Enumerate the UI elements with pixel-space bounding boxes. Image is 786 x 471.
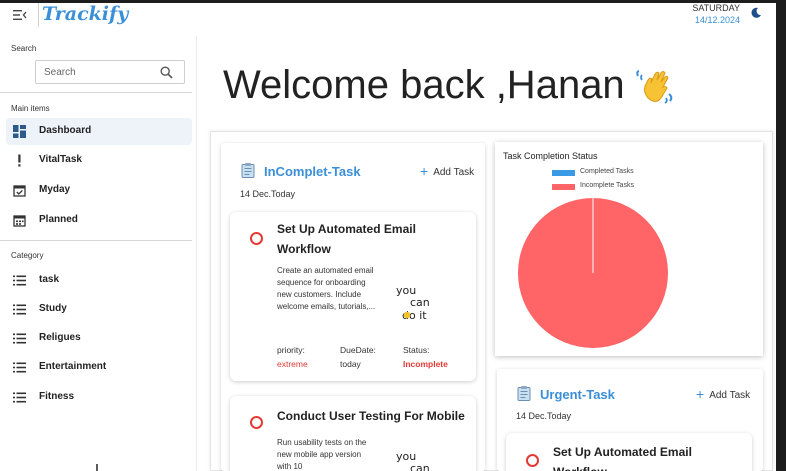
- add-task-button[interactable]: + Add Task: [696, 385, 751, 402]
- add-task-button[interactable]: + Add Task: [420, 162, 475, 179]
- task-description: Create an automated email sequence for o…: [277, 266, 376, 311]
- list-icon: [13, 304, 26, 315]
- due-date-value: today: [340, 359, 361, 369]
- sidebar-item-label: Myday: [39, 184, 71, 195]
- weekday-label: SATURDAY: [692, 3, 740, 13]
- search-icon[interactable]: [160, 66, 173, 79]
- status-label: Status:: [403, 345, 430, 355]
- moon-icon[interactable]: [750, 7, 762, 19]
- legend-label: Incomplete Tasks: [580, 182, 634, 189]
- urgent-task-title: Urgent-Task: [540, 387, 615, 402]
- sidebar-category-religues[interactable]: Religues: [6, 325, 192, 352]
- clipboard-icon: [517, 386, 531, 401]
- menu-toggle-icon[interactable]: [13, 9, 27, 21]
- sidebar-item-label: Study: [39, 303, 67, 314]
- search-section-label: Search: [11, 44, 37, 53]
- sidebar-item-label: Dashboard: [39, 125, 92, 136]
- sidebar-item-vitaltask[interactable]: VitalTask: [6, 147, 192, 174]
- task-card[interactable]: Set Up Automated Email Workflow Create a…: [230, 212, 476, 381]
- list-icon: [13, 392, 26, 403]
- task-card[interactable]: Conduct User Testing For Mobile Run usab…: [230, 396, 476, 471]
- pie-chart: [518, 198, 668, 348]
- list-icon: [13, 333, 26, 344]
- top-bar: Trackify SATURDAY 14/12.2024: [0, 3, 776, 36]
- column-date: 14 Dec.Today: [516, 411, 572, 421]
- sidebar-item-dashboard[interactable]: Dashboard: [6, 118, 192, 145]
- task-card[interactable]: Set Up Automated Email Workflow: [506, 433, 752, 471]
- sidebar-item-label: Entertainment: [39, 361, 107, 372]
- sidebar-divider: [0, 92, 192, 93]
- welcome-heading: Welcome back ,Hanan: [223, 63, 625, 107]
- sidebar-category-fitness[interactable]: Fitness: [6, 384, 192, 411]
- brand-logo: Trackify: [38, 3, 128, 27]
- task-title: Set Up Automated Email Workflow: [277, 222, 416, 256]
- plus-icon: +: [696, 386, 705, 402]
- clipboard-icon: [241, 163, 255, 178]
- priority-value: extreme: [277, 359, 308, 369]
- status-circle-icon[interactable]: [250, 416, 263, 429]
- add-task-label: Add Task: [709, 390, 751, 401]
- main-items-label: Main items: [11, 104, 50, 113]
- add-task-label: Add Task: [433, 167, 475, 178]
- you-can-do-it-illustration: you can: [392, 448, 452, 471]
- sidebar-item-label: Planned: [39, 214, 78, 225]
- column-date: 14 Dec.Today: [240, 189, 296, 199]
- sidebar-divider: [0, 240, 192, 241]
- plus-icon: +: [420, 163, 429, 179]
- urgent-task-column: Urgent-Task + Add Task 14 Dec.Today Set U…: [497, 369, 763, 471]
- sidebar: Search Main items Dashboard VitalTask M: [0, 36, 197, 471]
- priority-label: priority:: [277, 345, 305, 355]
- sidebar-category-entertainment[interactable]: Entertainment: [6, 354, 192, 381]
- date-label: 14/12.2024: [694, 15, 740, 25]
- sidebar-item-label: Religues: [39, 332, 81, 343]
- you-can-do-it-illustration: you can do it: [392, 282, 452, 326]
- task-title: Conduct User Testing For Mobile: [277, 409, 465, 423]
- sidebar-item-label: VitalTask: [39, 154, 82, 165]
- art-word: can: [410, 462, 430, 471]
- task-description: Run usability tests on the new mobile ap…: [277, 438, 367, 471]
- chart-title: Task Completion Status: [503, 151, 598, 161]
- list-icon: [13, 275, 26, 286]
- status-circle-icon[interactable]: [250, 232, 263, 245]
- task-title: Set Up Automated Email Workflow: [553, 445, 692, 471]
- exclamation-icon: [18, 154, 21, 167]
- sidebar-item-planned[interactable]: Planned: [6, 207, 192, 234]
- search-box[interactable]: [35, 60, 185, 84]
- legend-label: Completed Tasks: [580, 168, 634, 175]
- legend-swatch: [552, 170, 575, 176]
- sidebar-item-myday[interactable]: Myday: [6, 177, 192, 204]
- calendar-icon: [13, 215, 26, 227]
- dashboard-icon: [13, 125, 26, 138]
- calendar-check-icon: [13, 185, 26, 197]
- status-circle-icon[interactable]: [526, 454, 539, 467]
- waving-hand-icon: [636, 70, 673, 104]
- sidebar-item-label: Fitness: [39, 391, 75, 402]
- sidebar-category-study[interactable]: Study: [6, 296, 192, 323]
- incomplete-task-title: InComplet-Task: [264, 164, 361, 179]
- list-icon: [13, 362, 26, 373]
- incomplete-task-column: InComplet-Task + Add Task 14 Dec.Today Se…: [221, 143, 485, 471]
- search-input[interactable]: [44, 65, 154, 80]
- art-word: can: [410, 296, 430, 309]
- category-label: Category: [11, 251, 44, 260]
- sidebar-item-label: task: [39, 274, 60, 285]
- status-value: Incomplete: [403, 359, 448, 369]
- due-date-label: DueDate:: [340, 345, 376, 355]
- legend-swatch: [552, 184, 575, 190]
- task-completion-chart: Task Completion Status Completed Tasks I…: [495, 142, 763, 356]
- sidebar-category-task[interactable]: task: [6, 267, 192, 294]
- add-category-icon[interactable]: [94, 464, 100, 471]
